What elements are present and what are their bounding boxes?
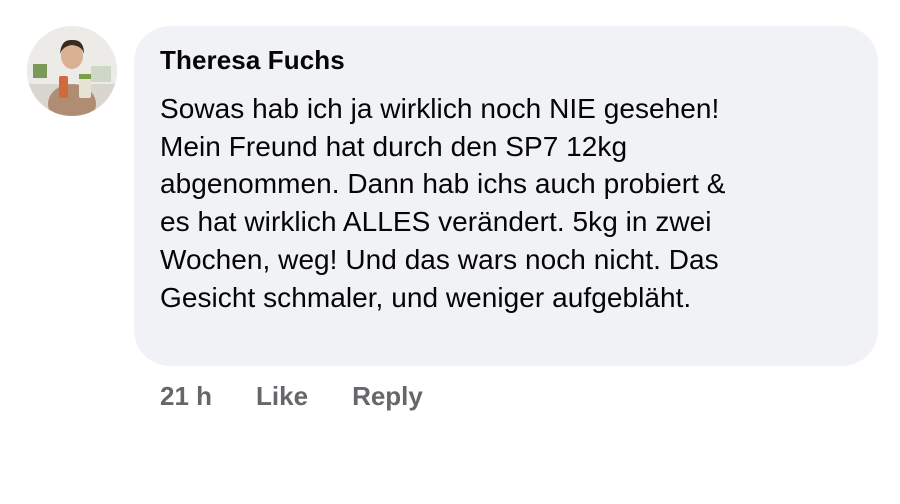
comment-actions: 21 h Like Reply xyxy=(160,378,423,414)
reply-button[interactable]: Reply xyxy=(352,381,423,412)
comment-bubble: Theresa Fuchs Sowas hab ich ja wirklich … xyxy=(134,26,878,366)
avatar[interactable] xyxy=(27,26,117,116)
like-button[interactable]: Like xyxy=(256,381,308,412)
avatar-photo xyxy=(27,26,117,116)
comment: Theresa Fuchs Sowas hab ich ja wirklich … xyxy=(0,0,900,504)
comment-timestamp[interactable]: 21 h xyxy=(160,381,212,412)
comment-text: Sowas hab ich ja wirklich noch NIE geseh… xyxy=(160,93,726,313)
comment-author[interactable]: Theresa Fuchs xyxy=(160,43,858,77)
